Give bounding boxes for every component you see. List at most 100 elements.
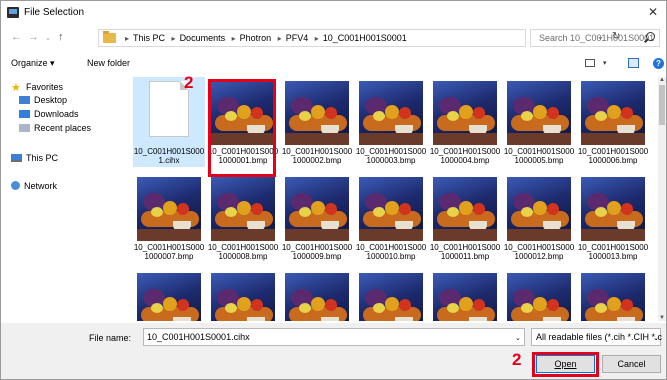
file-tile[interactable] bbox=[281, 269, 353, 321]
sidebar-item-recent-places[interactable]: Recent places bbox=[19, 123, 91, 133]
file-name-label: 10_C001H001S0001000013.bmp bbox=[577, 243, 649, 261]
scroll-down-arrow-icon[interactable]: ▼ bbox=[659, 315, 665, 321]
app-icon bbox=[7, 7, 19, 18]
sidebar-item-desktop[interactable]: Desktop bbox=[19, 95, 67, 105]
address-bar[interactable]: ▸ This PC ▸ Documents ▸ Photron ▸ PFV4 ▸ 10_C… bbox=[98, 29, 620, 47]
breadcrumb-item[interactable]: Documents bbox=[180, 33, 226, 43]
window-title: File Selection bbox=[24, 7, 85, 18]
image-thumbnail bbox=[285, 273, 349, 321]
navigation-pane: ★ Favorites Desktop Downloads Recent plac… bbox=[1, 77, 129, 321]
file-type-select[interactable]: All readable files (*.cih *.CIH *.c bbox=[531, 328, 662, 346]
network-icon bbox=[11, 181, 20, 190]
organize-button[interactable]: Organize ▾ bbox=[11, 58, 55, 69]
file-tile[interactable]: 10_C001H001S0001000013.bmp bbox=[577, 173, 649, 263]
forward-arrow-icon[interactable]: → bbox=[28, 31, 39, 43]
image-thumbnail bbox=[285, 81, 349, 145]
breadcrumb: ▸ This PC ▸ Documents ▸ Photron ▸ PFV4 ▸ 10_C… bbox=[125, 33, 407, 43]
file-name-label: 10_C001H001S0001000004.bmp bbox=[429, 147, 501, 165]
image-thumbnail bbox=[581, 177, 645, 241]
vertical-scrollbar[interactable]: ▲ ▼ bbox=[658, 77, 666, 321]
sidebar-item-downloads[interactable]: Downloads bbox=[19, 109, 79, 119]
image-thumbnail bbox=[137, 177, 201, 241]
star-icon: ★ bbox=[11, 82, 21, 94]
back-arrow-icon[interactable]: ← bbox=[11, 31, 22, 43]
change-view-icon[interactable] bbox=[585, 59, 595, 67]
recent-locations-chevron-icon[interactable]: ⌄ bbox=[45, 34, 51, 42]
file-tile[interactable]: 10_C001H001S0001000007.bmp bbox=[133, 173, 205, 263]
file-name-label: 10_C001H001S0001000010.bmp bbox=[355, 243, 427, 261]
image-thumbnail bbox=[581, 273, 645, 321]
file-tile[interactable]: 10_C001H001S0001000010.bmp bbox=[355, 173, 427, 263]
file-tile[interactable]: 10_C001H001S0001000008.bmp bbox=[207, 173, 279, 263]
sidebar-item-network[interactable]: Network bbox=[11, 181, 57, 191]
breadcrumb-item[interactable]: This PC bbox=[133, 33, 165, 43]
file-name-label: File name: bbox=[89, 333, 132, 343]
address-row: ← → ⌄ ↑ ▸ This PC ▸ Documents ▸ Photron ▸ PF… bbox=[1, 26, 666, 52]
file-name-label: 10_C001H001S0001000008.bmp bbox=[207, 243, 279, 261]
folder-icon bbox=[103, 31, 116, 43]
search-icon[interactable] bbox=[646, 32, 655, 41]
file-name-label: 10_C001H001S0001000012.bmp bbox=[503, 243, 575, 261]
sidebar-item-this-pc[interactable]: This PC bbox=[11, 153, 58, 163]
image-thumbnail bbox=[211, 177, 275, 241]
up-arrow-icon[interactable]: ↑ bbox=[58, 31, 64, 43]
highlight-selected-file bbox=[208, 79, 276, 177]
highlight-open-button bbox=[532, 352, 599, 377]
cancel-button[interactable]: Cancel bbox=[602, 355, 661, 373]
file-name-label: 10_C001H001S0001000002.bmp bbox=[281, 147, 353, 165]
view-options-chevron-icon[interactable]: ▾ bbox=[603, 59, 607, 67]
step-number-label: 2 bbox=[184, 73, 194, 92]
file-tile[interactable]: 10_C001H001S0001000006.bmp bbox=[577, 77, 649, 167]
image-thumbnail bbox=[433, 273, 497, 321]
recent-places-icon bbox=[19, 124, 30, 132]
file-name-label: 10_C001H001S0001000006.bmp bbox=[577, 147, 649, 165]
scroll-up-arrow-icon[interactable]: ▲ bbox=[659, 77, 665, 83]
file-name-input[interactable]: 10_C001H001S0001.cihx bbox=[143, 328, 525, 346]
desktop-icon bbox=[19, 96, 30, 104]
file-tile[interactable] bbox=[133, 269, 205, 321]
file-tile[interactable]: 10_C001H001S0001000011.bmp bbox=[429, 173, 501, 263]
image-thumbnail bbox=[137, 273, 201, 321]
image-thumbnail bbox=[285, 177, 349, 241]
file-tile[interactable]: 10_C001H001S0001000005.bmp bbox=[503, 77, 575, 167]
image-thumbnail bbox=[359, 177, 423, 241]
file-name-label: 10_C001H001S0001000007.bmp bbox=[133, 243, 205, 261]
file-tile[interactable] bbox=[429, 269, 501, 321]
breadcrumb-item[interactable]: 10_C001H001S0001 bbox=[323, 33, 407, 43]
scrollbar-thumb[interactable] bbox=[659, 85, 665, 125]
new-folder-button[interactable]: New folder bbox=[87, 58, 130, 68]
image-thumbnail bbox=[433, 81, 497, 145]
file-tile[interactable]: 10_C001H001S0001000002.bmp bbox=[281, 77, 353, 167]
file-name-dropdown-icon[interactable]: ⌄ bbox=[515, 334, 521, 342]
close-icon[interactable]: ✕ bbox=[648, 5, 658, 19]
file-tile[interactable]: 10_C001H001S0001000012.bmp bbox=[503, 173, 575, 263]
file-tile[interactable]: 10_C001H001S0001000003.bmp bbox=[355, 77, 427, 167]
preview-pane-icon[interactable] bbox=[628, 58, 639, 68]
file-name-label: 10_C001H001S0001.cihx bbox=[133, 147, 205, 165]
breadcrumb-item[interactable]: PFV4 bbox=[286, 33, 309, 43]
file-tile[interactable] bbox=[577, 269, 649, 321]
file-tile[interactable]: 10_C001H001S0001.cihx bbox=[133, 77, 205, 167]
command-toolbar: Organize ▾ New folder ▾ ? bbox=[1, 54, 666, 74]
image-thumbnail bbox=[507, 81, 571, 145]
image-thumbnail bbox=[507, 273, 571, 321]
image-thumbnail bbox=[359, 81, 423, 145]
image-thumbnail bbox=[211, 273, 275, 321]
file-selection-dialog: File Selection ✕ ← → ⌄ ↑ ▸ This PC ▸ Docum… bbox=[0, 0, 667, 380]
breadcrumb-item[interactable]: Photron bbox=[240, 33, 272, 43]
image-thumbnail bbox=[581, 81, 645, 145]
file-type-dropdown-icon[interactable]: ⌄ bbox=[653, 334, 659, 342]
file-tile[interactable] bbox=[503, 269, 575, 321]
file-name-label: 10_C001H001S0001000005.bmp bbox=[503, 147, 575, 165]
file-name-label: 10_C001H001S0001000009.bmp bbox=[281, 243, 353, 261]
file-tile[interactable]: 10_C001H001S0001000009.bmp bbox=[281, 173, 353, 263]
file-tile[interactable] bbox=[355, 269, 427, 321]
search-input[interactable]: Search 10_C001H001S0001 bbox=[530, 29, 660, 47]
sidebar-item-favorites[interactable]: ★ Favorites bbox=[11, 81, 63, 94]
downloads-icon bbox=[19, 110, 30, 118]
help-icon[interactable]: ? bbox=[653, 58, 664, 69]
image-thumbnail bbox=[359, 273, 423, 321]
file-tile[interactable]: 10_C001H001S0001000004.bmp bbox=[429, 77, 501, 167]
step-number-label: 2 bbox=[512, 350, 522, 369]
file-tile[interactable] bbox=[207, 269, 279, 321]
